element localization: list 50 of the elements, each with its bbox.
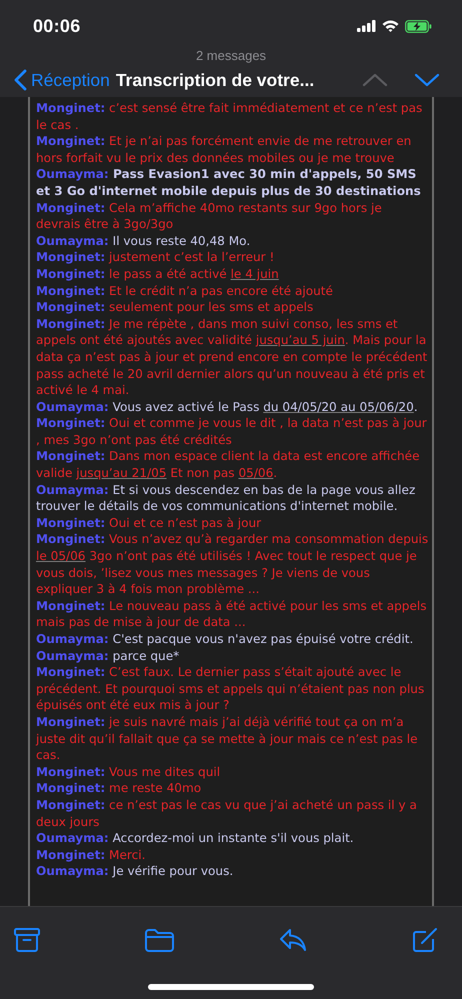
chat-message: Monginet: c’est sensé être fait immédiatement et ce n’est pas le cas . [36, 100, 424, 134]
wifi-icon [382, 20, 399, 32]
status-time: 00:06 [33, 16, 81, 36]
chat-message: Oumayma: Accordez-moi un instante s'il vous plait. [36, 830, 355, 847]
chat-message: Monginet: C’est faux. Le dernier pass s’était ajouté avec le précédent. Et pourquoi sms et appels qui n’étaient pas non plus épuisés ont été eux mis à jour ? [36, 664, 426, 714]
message-count: 2 messages [196, 48, 266, 63]
chat-message: Monginet: Le nouveau pass à été activé pour les sms et appels mais pas de mise à jour de data ... [36, 598, 428, 631]
chat-message: Monginet: seulement pour les sms et appels [36, 299, 314, 316]
chat-message: Monginet: Et le crédit n’a pas encore été ajouté [36, 282, 334, 300]
compose-button[interactable] [412, 927, 438, 953]
chat-message: Monginet: Cela m’affiche 40mo restants sur 9go hors je devrais être à 3go/3go [36, 200, 383, 233]
chat-message: Oumayma: parce que* [36, 648, 180, 664]
chat-message: Monginet: Vous me dites quil [36, 764, 222, 780]
reply-icon [279, 928, 307, 952]
compose-icon [412, 927, 438, 953]
reply-button[interactable] [279, 928, 307, 952]
chat-message: Monginet: Oui et comme je vous le dit , la data n’est pas à jour , mes 3go n’ont pas été crédités [36, 415, 428, 448]
email-subject: Transcription de votre... [116, 70, 316, 90]
chat-message: Monginet: Vous n’avez qu’à regarder ma consommation depuis le 05/06 3go n’ont pas été utilisés ! Avec tout le respect que je vous dois, ’lisez vous mes messages ? Je viens de vous expliquer 3 à 4 fois mon problème ... [36, 531, 429, 598]
chat-message: Monginet: je suis navré mais j’ai déjà vérifié tout ça on m’a juste dit qu’il fallait que ça se mette à jour mais ce n’est pas le cas. [36, 714, 419, 764]
date-link[interactable]: jusqu’au 21/05 [76, 466, 167, 480]
chat-message: Monginet: Dans mon espace client la data est encore affichée valide jusqu’au 21/05 Et non pas 05/06. [36, 448, 421, 482]
chat-message: Monginet: Merci. [36, 846, 146, 864]
date-link[interactable]: le 4 juin [230, 266, 279, 281]
chat-message: Oumayma: Et si vous descendez en bas de la page vous allez trouver le détails de vos communications d'internet mobile. [36, 482, 416, 515]
date-link[interactable]: du 04/05/20 au 05/06/20 [263, 400, 414, 414]
date-link[interactable]: le 05/06 [36, 549, 86, 564]
date-link[interactable]: jusqu’au 5 juin [256, 333, 345, 348]
chat-message: Monginet: me reste 40mo [36, 780, 202, 797]
folder-icon [145, 928, 174, 952]
chat-message: Monginet: Je me répète , dans mon suivi conso, les sms et appels ont été ajoutés avec validité jusqu’au 5 juin. Mais pour la data ça n’est pas à jour et prend encore en compte le précédent pass acheté le 20 avril dernier alors qu’un nouveau à été pris et activé le 4 mai. [36, 316, 428, 399]
archive-button[interactable] [14, 928, 40, 952]
chat-message: Oumayma: Il vous reste 40,48 Mo. [36, 232, 252, 250]
chat-message: Monginet: Oui et ce n’est pas à jour [36, 514, 262, 532]
chat-message: Oumayma: Je vérifie pour vous. [36, 863, 234, 880]
back-link[interactable]: Réception [14, 69, 110, 91]
chat-message: Oumayma: Pass Evasion1 avec 30 min d'appels, 50 SMS et 3 Go d'internet mobile depuis plus de 30 destinations [36, 166, 422, 200]
back-chevron-icon [14, 69, 27, 91]
chat-message: Monginet: Et je n’ai pas forcément envie de me retrouver en hors forfait vu le prix des données mobiles ou je me trouve [36, 133, 412, 166]
battery-charging-icon [405, 20, 432, 32]
chat-message: Monginet: le pass a été activé le 4 juin [36, 266, 280, 283]
move-to-folder-button[interactable] [145, 928, 174, 952]
chat-message: Oumayma: C'est pacque vous n'avez pas épuisé votre crédit. [36, 631, 414, 648]
archive-icon [14, 928, 40, 952]
date-link[interactable]: 05/06 [238, 466, 274, 480]
chat-message: Monginet: ce n’est pas le cas vu que j’ai acheté un pass il y a deux jours [36, 796, 418, 830]
back-label: Réception [31, 70, 110, 90]
chat-message: Monginet: justement c’est la l’erreur ! [36, 249, 276, 266]
signal-icon [357, 20, 376, 32]
chat-message: Oumayma: Vous avez activé le Pass du 04/05/20 au 05/06/20. [36, 398, 419, 416]
